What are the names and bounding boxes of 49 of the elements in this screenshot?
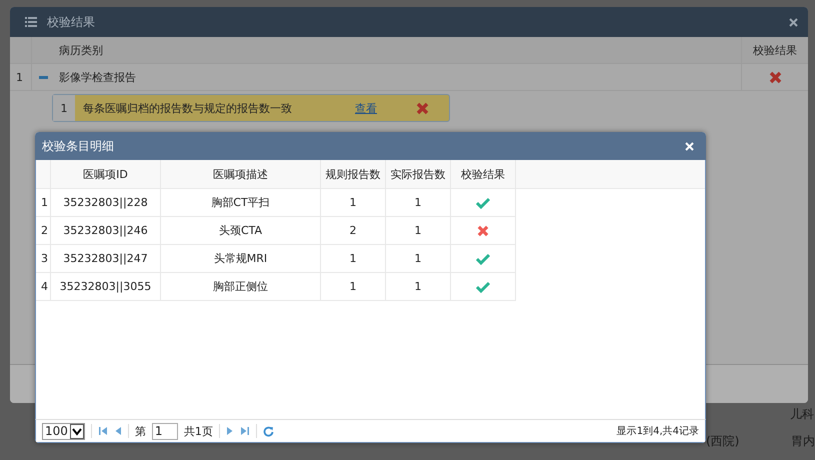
table-cell: 1: [386, 189, 451, 216]
row-number: 3: [36, 245, 51, 272]
column-header: 医嘱项ID: [51, 160, 161, 188]
column-header: 病历类别: [54, 37, 742, 63]
rule-text: 每条医嘱归档的报告数与规定的报告数一致: [82, 100, 293, 116]
column-header: 校验结果: [451, 160, 516, 188]
first-page-icon[interactable]: [98, 426, 108, 436]
last-page-icon[interactable]: [240, 426, 250, 436]
column-header: 校验结果: [752, 42, 798, 58]
dialog-title: 校验结果: [47, 14, 96, 30]
table-cell: 1: [386, 273, 451, 300]
table-cell: 1: [321, 245, 386, 272]
close-icon[interactable]: [789, 18, 798, 26]
background-text: 儿科: [790, 406, 814, 423]
table-cell: 胸部正侧位: [161, 273, 321, 300]
column-header: 医嘱项描述: [161, 160, 321, 188]
table-cell: 35232803||247: [51, 245, 161, 272]
page-size-select[interactable]: 100: [42, 422, 85, 440]
total-pages-label: 共1页: [184, 424, 213, 438]
column-header: 规则报告数: [321, 160, 386, 188]
dropdown-caret-icon: [70, 424, 84, 438]
previous-page-icon[interactable]: [114, 426, 122, 436]
table-cell: 1: [386, 217, 451, 244]
table-cell: 头常规MRI: [161, 245, 321, 272]
table-cell: 35232803||3055: [51, 273, 161, 300]
dialog-title: 校验条目明细: [42, 138, 115, 154]
next-page-icon[interactable]: [226, 426, 234, 436]
background-text: (西院): [706, 433, 740, 450]
table-cell: 35232803||246: [51, 217, 161, 244]
table-cell: 头颈CTA: [161, 217, 321, 244]
table-cell: 1: [386, 245, 451, 272]
background-text: 胃内: [791, 433, 815, 450]
row-number: 1: [53, 95, 75, 121]
table-cell: 1: [321, 189, 386, 216]
record-summary: 显示1到4,共4记录: [616, 424, 699, 438]
table-cell: 35232803||228: [51, 189, 161, 216]
list-icon: [25, 17, 37, 27]
table-cell: 1: [321, 273, 386, 300]
row-number: 1: [10, 64, 32, 90]
table-cell: 2: [321, 217, 386, 244]
row-number: 1: [36, 189, 51, 216]
table-cell: 胸部CT平扫: [161, 189, 321, 216]
row-number: 4: [36, 273, 51, 300]
page-number-field[interactable]: 1: [152, 422, 178, 440]
table-cell: 影像学检查报告: [54, 64, 742, 90]
page-label: 第: [134, 424, 146, 438]
row-number: 2: [36, 217, 51, 244]
refresh-icon[interactable]: [262, 426, 274, 436]
column-header: 实际报告数: [386, 160, 451, 188]
